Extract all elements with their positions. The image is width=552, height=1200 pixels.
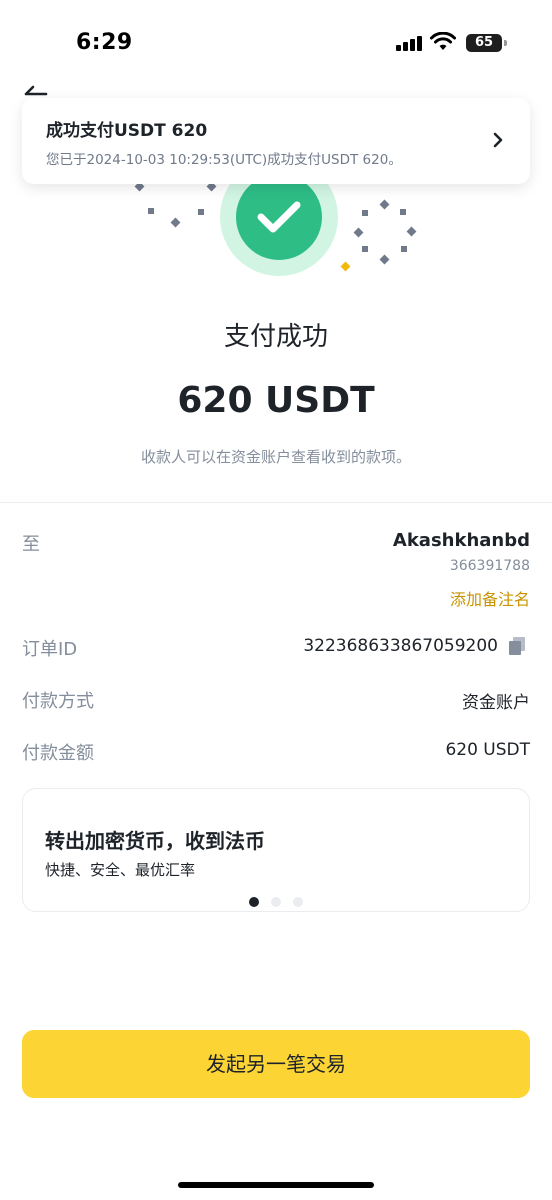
payment-amount: 620 USDT <box>177 380 375 421</box>
payment-amount-value: 620 USDT <box>445 740 530 760</box>
copy-icon[interactable] <box>508 636 526 656</box>
payment-amount-label: 付款金额 <box>22 743 94 764</box>
order-id-label: 订单ID <box>22 639 78 660</box>
status-bar: 6:29 65 <box>0 0 552 88</box>
signal-icon <box>396 35 424 51</box>
carousel-dot[interactable] <box>293 897 303 907</box>
wifi-icon <box>430 32 456 50</box>
payment-method-label: 付款方式 <box>22 691 94 712</box>
home-indicator[interactable] <box>178 1182 374 1188</box>
promo-title: 转出加密货币，收到法币 <box>45 829 265 853</box>
recipient-id: 366391788 <box>449 558 530 574</box>
add-note-link[interactable]: 添加备注名 <box>450 586 530 610</box>
chevron-right-icon <box>493 132 503 148</box>
payment-note: 收款人可以在资金账户查看收到的款项。 <box>140 448 411 466</box>
carousel-dot[interactable] <box>271 897 281 907</box>
to-label: 至 <box>22 534 40 555</box>
section-divider <box>0 502 552 503</box>
notification-title: 成功支付USDT 620 <box>46 121 208 141</box>
promo-subtitle: 快捷、安全、最优汇率 <box>45 861 196 879</box>
payment-notification[interactable]: 成功支付USDT 620 您已于2024-10-03 10:29:53(UTC)… <box>22 98 530 184</box>
payment-method-value: 资金账户 <box>462 693 530 713</box>
status-time: 6:29 <box>76 30 133 55</box>
battery-icon: 65 <box>466 34 502 52</box>
recipient-name: Akashkhanbd <box>392 530 530 551</box>
payment-status-title: 支付成功 <box>223 322 328 352</box>
carousel-dot[interactable] <box>249 897 259 907</box>
success-check-icon <box>236 174 322 260</box>
order-id-value: 322368633867059200 <box>303 636 498 656</box>
notification-body: 您已于2024-10-03 10:29:53(UTC)成功支付USDT 620。 <box>46 152 402 168</box>
battery-nub <box>504 40 507 46</box>
new-transaction-button[interactable]: 发起另一笔交易 <box>22 1030 530 1098</box>
promo-card[interactable]: 转出加密货币，收到法币 快捷、安全、最优汇率 <box>22 788 530 912</box>
carousel-dots <box>249 897 309 907</box>
